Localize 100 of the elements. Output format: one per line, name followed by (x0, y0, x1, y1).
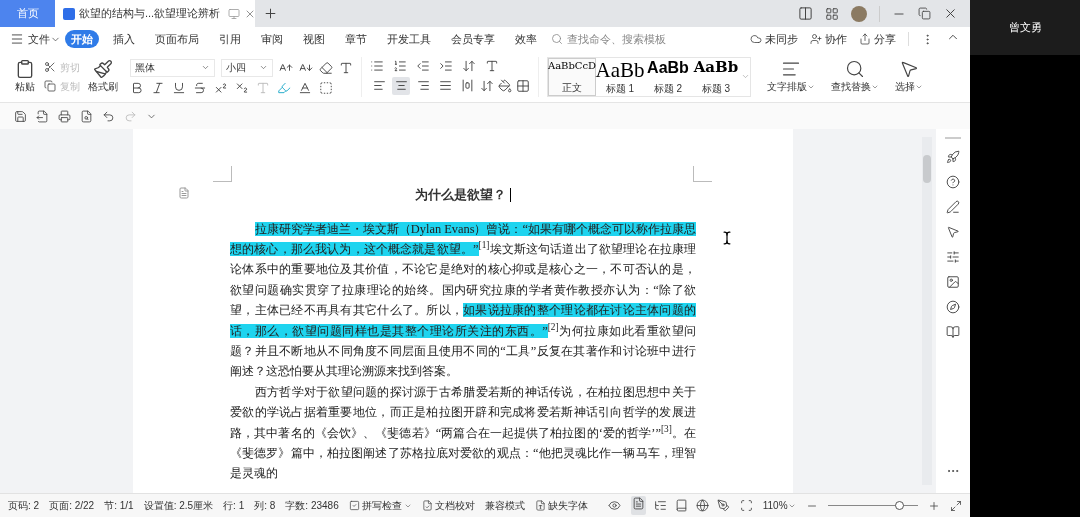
menu-tab[interactable]: 开发工具 (381, 29, 437, 49)
line-spacing-icon[interactable] (480, 78, 494, 93)
zoom-slider-thumb[interactable] (894, 501, 904, 510)
menu-tab[interactable]: 开始 (65, 29, 99, 49)
borders-icon[interactable] (516, 78, 530, 93)
body-paragraph: 拉康研究学者迪兰・埃文斯（Dylan Evans）曾说：“如果有哪个概念可以称作拉康思想的核心，那么我认为，这个概念就是欲望。”$^{[1]}$埃文斯这句话道出了欲望理论在拉康理论体系中的重要地位及其价值，不论它是绝对的核心抑或是核心之一，不可否认的是，欲望问题确实贯穿了拉康理论的始终。国内研究拉康的学者黄作教授亦认为：“除了欲望，主体已经不再具有其它什么了。所以，如果说拉康的整个理论都在讨论主体问题的话，那么，欲望问题同样也是其整个理论所关注的东西。”$^{[2]}$为何拉康如此看重欲望问题？并且不断地从不同角度不同层面且使用不同的“工具”反复在其著作和讨论班中进行阐述？这恐怕要从其理论溯源来找到答案。 (230, 220, 696, 381)
toolbar-action[interactable]: 未同步 (765, 30, 798, 48)
menu-icon[interactable] (10, 32, 24, 46)
align-icon[interactable] (392, 76, 410, 95)
save-icon[interactable] (14, 109, 27, 123)
format-painter-icon[interactable] (93, 59, 113, 79)
image-icon[interactable] (946, 275, 960, 289)
style-preset[interactable]: AaBb 标题 3 (692, 57, 740, 96)
print-preview-icon[interactable] (80, 109, 93, 123)
menu-tab[interactable]: 效率 (509, 29, 543, 49)
help-icon[interactable] (946, 175, 960, 189)
monitor-icon[interactable] (228, 7, 241, 20)
command-search-field[interactable]: 查找命令、搜索模板 (551, 30, 666, 48)
superscript-icon[interactable] (214, 80, 228, 95)
avatar[interactable] (851, 5, 867, 22)
outdent-icon[interactable] (416, 58, 430, 73)
document-icon[interactable] (178, 187, 190, 199)
scissors-icon[interactable] (44, 61, 56, 73)
shading-icon[interactable] (498, 78, 512, 93)
menu-tab[interactable]: 页面布局 (149, 29, 205, 49)
eye-icon[interactable] (607, 499, 621, 512)
pointer-icon[interactable] (946, 225, 960, 239)
restore-icon[interactable] (918, 7, 931, 20)
copy-icon[interactable] (44, 80, 56, 92)
paste-icon[interactable] (15, 59, 35, 79)
ribbon-tool-button[interactable]: 选择 (895, 79, 915, 94)
phonetic-icon[interactable] (339, 60, 353, 75)
menu-tab[interactable]: 引用 (213, 29, 247, 49)
font-name-field[interactable]: 黑体 (130, 58, 215, 77)
ribbon-tool-button[interactable]: 查找替换 (831, 79, 871, 94)
font-size-field[interactable]: 小四 (221, 58, 273, 77)
sliders-icon[interactable] (946, 250, 960, 264)
menu-tab[interactable]: 插入 (107, 29, 141, 49)
add-tab-icon[interactable] (263, 6, 278, 21)
ribbon-tool-button[interactable]: 文字排版 (767, 79, 807, 94)
page-view-icon[interactable] (631, 497, 645, 510)
missing-fonts-button[interactable]: 缺失字体 (547, 498, 588, 513)
menu-tab[interactable]: 审阅 (255, 29, 289, 49)
bold-icon[interactable] (130, 80, 144, 95)
print-icon[interactable] (58, 109, 71, 123)
underline-icon[interactable] (172, 80, 186, 95)
reading-view-icon[interactable] (674, 499, 688, 512)
bullet-list-icon[interactable] (370, 58, 384, 73)
font-icon[interactable] (534, 500, 546, 511)
eraser-icon[interactable] (319, 60, 333, 75)
sort-icon[interactable] (462, 58, 476, 73)
caret-icon[interactable] (201, 63, 210, 72)
toolbar-action[interactable]: 分享 (874, 30, 896, 48)
compass-icon[interactable] (946, 300, 960, 314)
undo-icon[interactable] (102, 109, 115, 123)
character-border-icon[interactable] (319, 80, 333, 95)
cloud-icon[interactable] (750, 33, 762, 45)
pen-icon[interactable] (716, 499, 730, 512)
web-view-icon[interactable] (695, 499, 709, 512)
outline-view-icon[interactable] (653, 499, 667, 512)
spell-check-button[interactable]: 拼写检查 (361, 498, 402, 513)
fit-page-icon[interactable] (739, 499, 753, 512)
format-painter-button[interactable]: 格式刷 (88, 79, 118, 94)
show-marks-icon[interactable] (485, 58, 499, 73)
numbered-list-icon[interactable] (393, 58, 407, 73)
style-preset[interactable]: AaBbCcD 正文 (548, 57, 596, 96)
paste-button[interactable]: 粘贴 (15, 79, 35, 94)
rocket-icon[interactable] (946, 150, 960, 164)
scrollbar[interactable] (922, 137, 932, 485)
checkbox-icon[interactable] (348, 500, 360, 511)
export-icon[interactable] (36, 109, 49, 123)
split-view-icon[interactable] (798, 6, 813, 21)
menu-tab[interactable]: 视图 (297, 29, 331, 49)
strikethrough-icon[interactable] (193, 80, 207, 95)
style-preset[interactable]: AaBb 标题 1 (596, 57, 644, 96)
close-icon[interactable] (943, 6, 958, 21)
proofread-button[interactable]: 文档校对 (434, 498, 475, 513)
zoom-in-icon[interactable] (928, 499, 940, 512)
file-menu[interactable]: 文件 (28, 30, 50, 48)
home-tab[interactable]: 首页 (0, 0, 55, 27)
user-add-icon[interactable] (810, 33, 822, 45)
share-icon[interactable] (859, 33, 871, 45)
caret-icon[interactable] (259, 63, 268, 72)
text-cursor (510, 187, 511, 202)
font-color-icon[interactable] (298, 80, 312, 95)
zoom-slider[interactable] (827, 500, 918, 511)
document-check-icon[interactable] (421, 500, 433, 511)
subscript-icon[interactable] (235, 80, 249, 95)
menu-tab[interactable]: 章节 (339, 29, 373, 49)
menu-tab[interactable]: 会员专享 (445, 29, 501, 49)
style-preset[interactable]: AaBb 标题 2 (644, 57, 692, 96)
toolbar-action[interactable]: 协作 (825, 30, 847, 48)
book-icon[interactable] (946, 325, 960, 339)
fullscreen-icon[interactable] (950, 499, 962, 512)
grid-icon[interactable] (825, 6, 839, 21)
zoom-level[interactable]: 110% (762, 498, 788, 513)
italic-icon[interactable] (151, 80, 165, 95)
indent-icon[interactable] (439, 58, 453, 73)
pen-icon[interactable] (946, 200, 960, 214)
document-tab[interactable]: 欲望的结构与...欲望理论辨析 (55, 0, 255, 27)
